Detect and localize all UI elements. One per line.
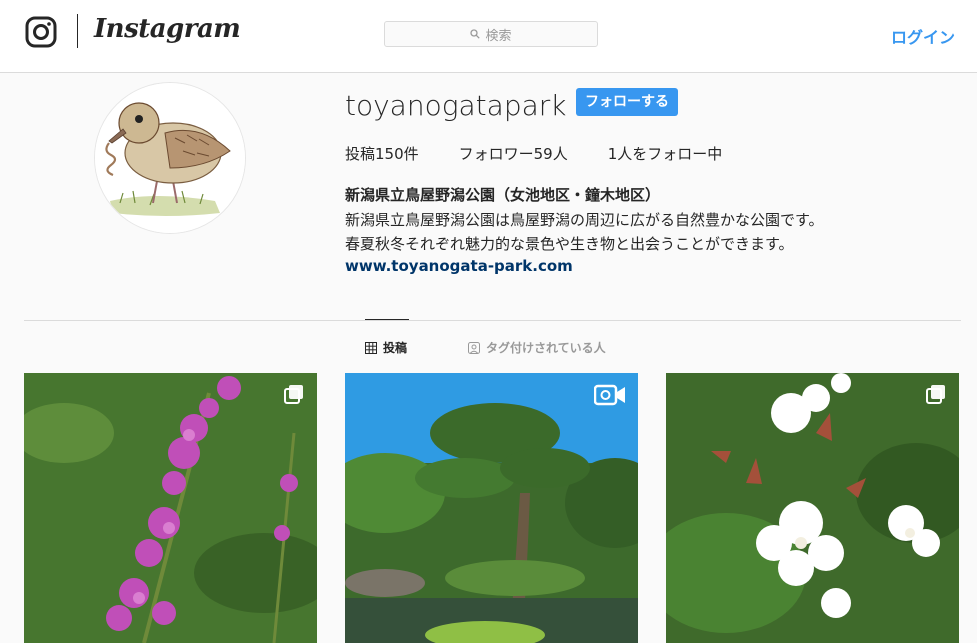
profile-website-link[interactable]: www.toyanogata-park.com [345,257,573,275]
carousel-icon [284,385,303,404]
video-icon [594,384,625,406]
bird-illustration [95,83,245,233]
logo-divider [77,14,78,48]
following-count[interactable]: 1人をフォロー中 [608,143,723,164]
profile-stats: 投稿150件 フォロワー59人 1人をフォロー中 [345,143,722,164]
profile-bio: 新潟県立鳥屋野潟公園は鳥屋野潟の周辺に広がる自然豊かな公園です。 春夏秋冬それぞ… [345,208,824,256]
pine-tree-garden-photo [345,373,638,643]
instagram-camera-icon[interactable] [25,16,57,48]
purple-loosestrife-photo [24,373,317,643]
tab-posts[interactable]: 投稿 [365,339,407,356]
carousel-icon [926,385,945,404]
active-tab-indicator [365,319,409,320]
profile-full-name: 新潟県立鳥屋野潟公園（女池地区・鐘木地区） [345,186,661,204]
posts-count: 投稿150件 [345,145,419,163]
follow-button[interactable]: フォローする [576,88,678,116]
followers-count[interactable]: フォロワー59人 [459,143,568,164]
bio-line: 春夏秋冬それぞれ魅力的な景色や生き物と出会うことができます。 [345,235,794,253]
search-placeholder: 検索 [485,28,512,44]
tag-person-icon [468,341,480,354]
instagram-wordmark[interactable]: Instagram [94,14,241,44]
white-abelia-photo [666,373,959,643]
top-nav-bar: Instagram 検索 ログイン [0,0,977,73]
post-thumbnail[interactable] [24,373,317,643]
search-input[interactable]: 検索 [384,21,598,47]
tab-tagged-label: タグ付けされている人 [486,341,606,355]
grid-icon [365,341,377,354]
tab-posts-label: 投稿 [383,341,408,355]
login-link[interactable]: ログイン [891,24,955,48]
profile-username: toyanogatapark [345,89,567,122]
avatar[interactable] [94,82,246,234]
post-thumbnail[interactable] [345,373,638,643]
search-icon [470,29,481,39]
bio-line: 新潟県立鳥屋野潟公園は鳥屋野潟の周辺に広がる自然豊かな公園です。 [345,211,824,229]
tab-tagged[interactable]: タグ付けされている人 [468,339,606,356]
post-thumbnail[interactable] [666,373,959,643]
tabs-divider [24,320,961,321]
